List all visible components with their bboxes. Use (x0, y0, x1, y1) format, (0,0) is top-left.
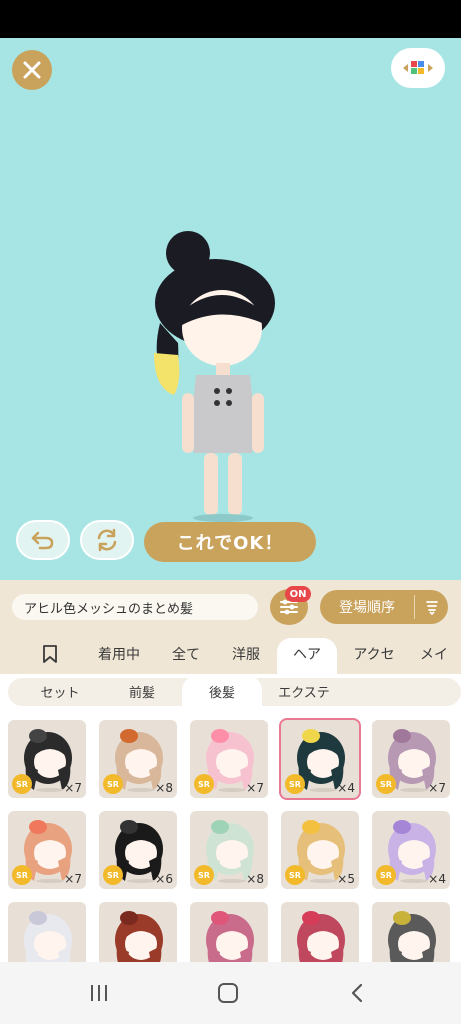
item-name-label: アヒル色メッシュのまとめ髪 (12, 594, 258, 620)
item-count: ×7 (64, 781, 82, 795)
tab-hair[interactable]: ヘア (282, 634, 332, 674)
home-icon (218, 983, 238, 1003)
hair-item-card[interactable]: SR ×7 (8, 720, 86, 798)
sort-order-label: 登場順序 (339, 600, 395, 616)
rotate-button[interactable] (80, 520, 134, 560)
hair-item-thumbnail (24, 911, 72, 962)
hair-item-card[interactable] (190, 902, 268, 962)
recents-icon (91, 985, 107, 1001)
rarity-badge: SR (285, 774, 305, 794)
hair-item-card[interactable]: SR ×4 (279, 718, 361, 800)
item-count: ×8 (246, 872, 264, 886)
hair-item-card[interactable] (99, 902, 177, 962)
hair-item-card[interactable]: SR ×7 (8, 811, 86, 889)
close-icon (23, 61, 41, 79)
avatar-figure (154, 231, 275, 522)
rarity-badge: SR (103, 865, 123, 885)
item-count: ×6 (155, 872, 173, 886)
item-count: ×7 (64, 872, 82, 886)
item-count: ×4 (428, 872, 446, 886)
rarity-badge: SR (194, 865, 214, 885)
hair-item-card[interactable] (372, 902, 450, 962)
grid-arrows-icon (403, 61, 433, 74)
rarity-badge: SR (103, 774, 123, 794)
filter-on-badge: ON (285, 586, 311, 602)
hair-item-card[interactable]: SR ×7 (190, 720, 268, 798)
refresh-icon (97, 528, 117, 552)
hair-item-card[interactable]: SR ×5 (281, 811, 359, 889)
rarity-badge: SR (12, 774, 32, 794)
hair-item-thumbnail (388, 911, 436, 962)
hair-item-card[interactable]: SR ×7 (372, 720, 450, 798)
item-count: ×5 (337, 872, 355, 886)
confirm-ok-button[interactable]: これでOK！ (144, 522, 316, 562)
tab-accessory[interactable]: アクセ (346, 634, 402, 674)
hair-item-thumbnail (115, 911, 163, 962)
item-count: ×7 (246, 781, 264, 795)
rarity-badge: SR (285, 865, 305, 885)
tab-makeup[interactable]: メイ (420, 634, 461, 674)
item-count: ×4 (337, 781, 355, 795)
home-button[interactable] (217, 982, 239, 1008)
subtab-set[interactable]: セット (30, 676, 90, 706)
close-button[interactable] (12, 50, 52, 90)
rarity-badge: SR (194, 774, 214, 794)
back-chevron-icon (351, 983, 363, 1003)
hair-item-thumbnail (206, 911, 254, 962)
recent-apps-button[interactable] (88, 982, 110, 1008)
subtab-extensions[interactable]: エクステ (268, 676, 340, 706)
hair-item-card[interactable] (281, 902, 359, 962)
hair-item-card[interactable]: SR ×4 (372, 811, 450, 889)
item-grid: SR ×7 SR ×8 SR ×7 SR ×4 SR ×7 SR ×7 SR ×6 SR ×8 SR ×5 SR ×4 (0, 708, 461, 962)
rarity-badge: SR (12, 865, 32, 885)
undo-icon (31, 531, 54, 550)
avatar-preview-stage (0, 38, 461, 580)
rarity-badge: SR (376, 774, 396, 794)
status-bar (0, 0, 461, 38)
bookmark-tab[interactable] (30, 634, 70, 674)
hair-item-card[interactable] (8, 902, 86, 962)
subtab-front-hair[interactable]: 前髪 (114, 676, 170, 706)
bookmark-icon (43, 645, 57, 663)
android-nav-bar (0, 962, 461, 1024)
hair-item-card[interactable]: SR ×8 (190, 811, 268, 889)
rarity-badge: SR (376, 865, 396, 885)
hair-item-card[interactable]: SR ×6 (99, 811, 177, 889)
tab-clothes[interactable]: 洋服 (224, 634, 268, 674)
sort-order-button[interactable]: 登場順序 (320, 590, 448, 624)
tab-wearing[interactable]: 着用中 (92, 634, 146, 674)
subtab-back-hair[interactable]: 後髪 (194, 676, 250, 706)
hair-item-thumbnail (297, 911, 345, 962)
item-count: ×8 (155, 781, 173, 795)
layout-toggle-button[interactable] (391, 48, 445, 88)
item-count: ×7 (428, 781, 446, 795)
tab-all[interactable]: 全て (164, 634, 208, 674)
back-button[interactable] (346, 982, 368, 1008)
hair-item-card[interactable]: SR ×8 (99, 720, 177, 798)
undo-button[interactable] (16, 520, 70, 560)
sort-descending-icon[interactable] (415, 599, 448, 615)
